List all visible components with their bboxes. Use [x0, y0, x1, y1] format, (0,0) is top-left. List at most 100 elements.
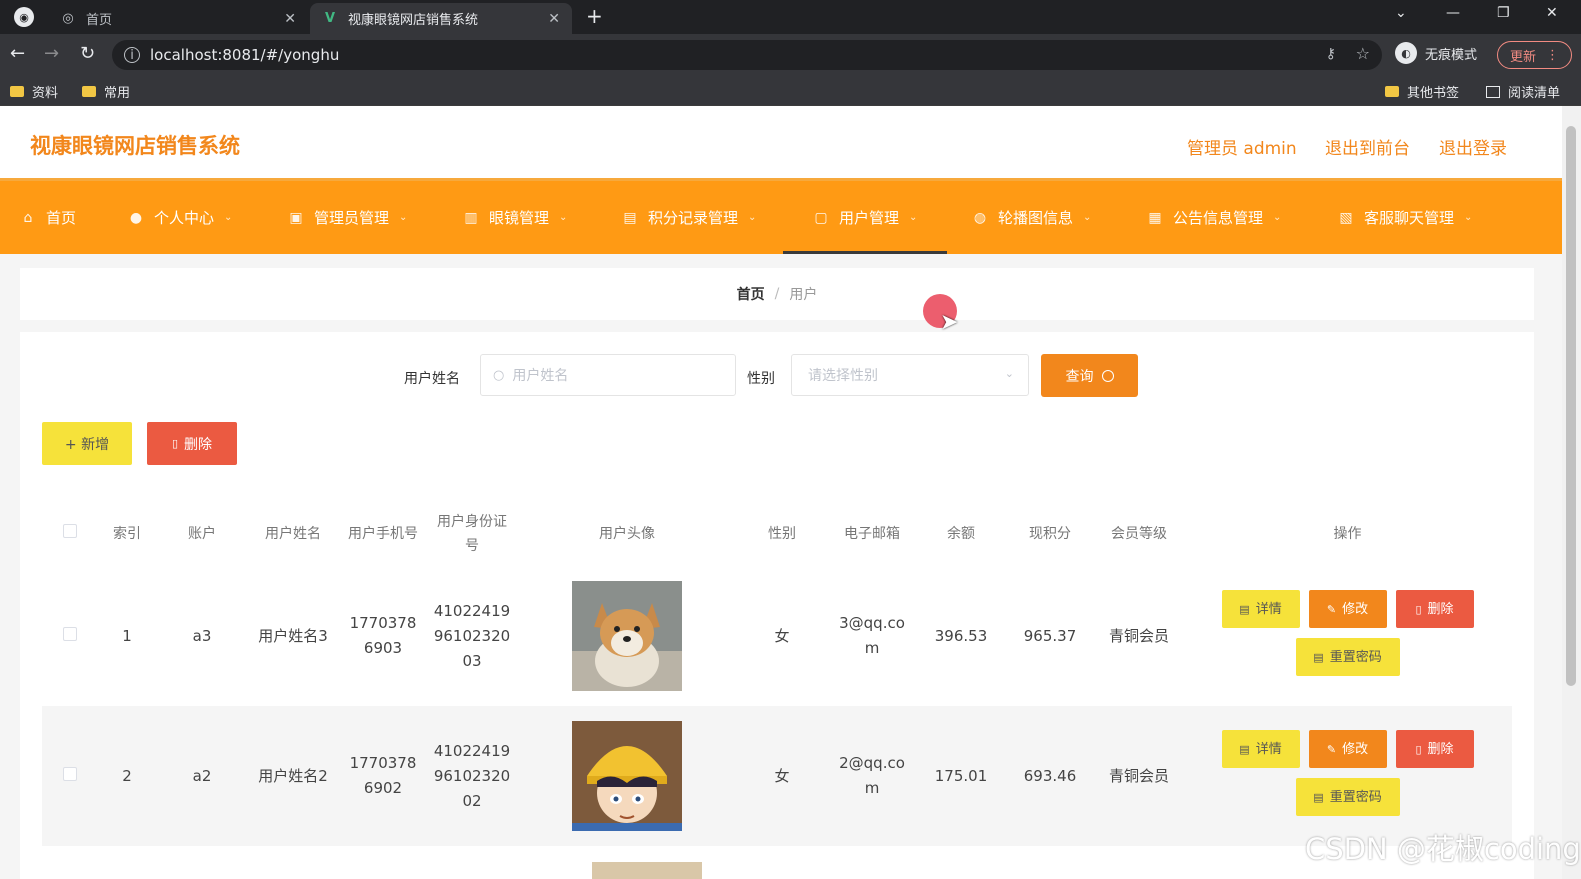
- cell-gender: 女: [737, 566, 827, 706]
- shiba-dog-avatar[interactable]: [572, 581, 682, 691]
- new-tab-button[interactable]: +: [586, 4, 603, 28]
- breadcrumb-current: 用户: [789, 287, 818, 303]
- vue-logo-icon: V: [324, 11, 336, 26]
- bookmark-star-icon[interactable]: ☆: [1356, 44, 1370, 63]
- col-email: 电子邮箱: [844, 526, 900, 542]
- chevron-down-icon: ⌄: [224, 212, 233, 223]
- nav-item-points[interactable]: ▤ 积分记录管理 ⌄: [622, 181, 756, 254]
- cell-phone: 17703786902: [339, 706, 427, 846]
- nav-label: 管理员管理: [314, 209, 390, 227]
- reading-list[interactable]: 阅读清单: [1486, 82, 1560, 101]
- scrollbar-thumb[interactable]: [1566, 126, 1576, 686]
- gender-select[interactable]: 请选择性别 ⌄: [791, 354, 1029, 396]
- query-button[interactable]: 查询: [1041, 354, 1138, 397]
- users-table: 索引 账户 用户姓名 用户手机号 用户身份证号 用户头像 性别 电子邮箱 余额 …: [42, 502, 1512, 846]
- nav-item-chat[interactable]: ▧ 客服聊天管理 ⌄: [1338, 181, 1472, 254]
- reset-password-button[interactable]: ▤ 重置密码: [1295, 778, 1400, 816]
- logout-link[interactable]: 退出登录: [1439, 134, 1507, 159]
- cell-balance: 396.53: [917, 566, 1005, 706]
- site-info-icon[interactable]: i: [124, 47, 140, 63]
- reload-icon[interactable]: ↻: [80, 43, 95, 64]
- select-all-checkbox[interactable]: [62, 524, 77, 538]
- nav-item-home[interactable]: ⌂ 首页: [20, 181, 76, 254]
- cell-idcard: 410224199610232002: [427, 706, 517, 846]
- nav-item-notices[interactable]: ▦ 公告信息管理 ⌄: [1147, 181, 1281, 254]
- nav-item-glasses[interactable]: ▥ 眼镜管理 ⌄: [463, 181, 567, 254]
- pencil-icon: ✎: [1326, 742, 1337, 756]
- update-button[interactable]: 更新 ⋮: [1497, 41, 1573, 69]
- cell-ops: ▤ 详情 ✎ 修改 ▯ 删除 ▤ 重置密码: [1183, 566, 1512, 706]
- row-delete-button[interactable]: ▯ 删除: [1395, 730, 1474, 768]
- key-icon[interactable]: ⚷: [1326, 46, 1336, 62]
- col-ops: 操作: [1333, 526, 1362, 542]
- admin-user-link[interactable]: 管理员 admin: [1187, 134, 1297, 159]
- breadcrumb-home[interactable]: 首页: [737, 284, 765, 304]
- reset-label: 重置密码: [1329, 649, 1382, 665]
- col-avatar: 用户头像: [599, 526, 655, 542]
- cell-name: 用户姓名2: [247, 706, 339, 846]
- tab-close-icon[interactable]: ✕: [284, 11, 296, 27]
- row-checkbox[interactable]: [62, 626, 77, 641]
- add-button[interactable]: + 新增: [42, 422, 132, 465]
- detail-label: 详情: [1255, 741, 1282, 757]
- chevron-down-icon: ⌄: [909, 212, 918, 223]
- edit-button[interactable]: ✎ 修改: [1308, 590, 1387, 628]
- bookmark-label: 其他书签: [1407, 86, 1460, 101]
- detail-button[interactable]: ▤ 详情: [1221, 590, 1300, 628]
- cell-gender: 女: [737, 706, 827, 846]
- restore-button[interactable]: ❐: [1497, 5, 1510, 21]
- table-header-row: 索引 账户 用户姓名 用户手机号 用户身份证号 用户头像 性别 电子邮箱 余额 …: [42, 502, 1512, 566]
- chevron-down-icon: ⌄: [1004, 367, 1014, 380]
- close-window-button[interactable]: ✕: [1546, 5, 1558, 21]
- tab-search-icon[interactable]: ⌄: [1395, 5, 1407, 21]
- nav-item-admins[interactable]: ▣ 管理员管理 ⌄: [288, 181, 407, 254]
- exit-to-front-link[interactable]: 退出到前台: [1325, 134, 1410, 159]
- cell-ops: ▤ 详情 ✎ 修改 ▯ 删除 ▤ 重置密码: [1183, 706, 1512, 846]
- incognito-label: 无痕模式: [1425, 47, 1478, 63]
- bookmark-folder[interactable]: 常用: [82, 82, 130, 101]
- incognito-indicator[interactable]: ◐ 无痕模式: [1395, 42, 1477, 64]
- cell-idcard: 410224199610232003: [427, 566, 517, 706]
- tab-close-icon[interactable]: ✕: [548, 11, 560, 27]
- edit-button[interactable]: ✎ 修改: [1308, 730, 1387, 768]
- nav-item-users[interactable]: ▢ 用户管理 ⌄: [782, 181, 948, 254]
- row-checkbox[interactable]: [62, 766, 77, 781]
- carousel-icon: ◍: [973, 209, 987, 226]
- col-index: 索引: [113, 526, 141, 542]
- forward-arrow-icon[interactable]: →: [44, 43, 59, 64]
- cell-avatar: [517, 566, 737, 706]
- doc-icon: ▤: [1239, 602, 1250, 616]
- page-scrollbar[interactable]: [1562, 106, 1581, 879]
- batch-delete-button[interactable]: ▯ 删除: [147, 422, 237, 465]
- browser-tab-home[interactable]: ◎ 首页 ✕: [48, 3, 308, 34]
- name-search-input[interactable]: ○ 用户姓名: [480, 354, 736, 396]
- nav-item-profile[interactable]: ● 个人中心 ⌄: [128, 181, 233, 254]
- row-delete-button[interactable]: ▯ 删除: [1395, 590, 1474, 628]
- detail-label: 详情: [1255, 601, 1282, 617]
- bookmark-label: 常用: [104, 86, 131, 101]
- home-icon: ⌂: [23, 209, 33, 226]
- gender-label: 性别: [747, 371, 775, 387]
- minimize-button[interactable]: —: [1446, 5, 1460, 21]
- address-bar[interactable]: i localhost:8081/#/yonghu ⚷ ☆: [112, 40, 1382, 70]
- browser-tabstrip: ◉ ◎ 首页 ✕ V 视康眼镜网店销售系统 ✕ + ⌄ — ❐ ✕: [0, 0, 1581, 34]
- cell-account: a3: [157, 566, 247, 706]
- gender-select-placeholder: 请选择性别: [808, 368, 878, 384]
- detail-button[interactable]: ▤ 详情: [1221, 730, 1300, 768]
- trash-icon: ▯: [1415, 602, 1422, 616]
- back-arrow-icon[interactable]: ←: [10, 43, 25, 64]
- tab-title: 首页: [86, 13, 113, 28]
- nav-label: 轮播图信息: [998, 209, 1074, 227]
- other-bookmarks[interactable]: 其他书签: [1385, 82, 1459, 101]
- browser-tab-app[interactable]: V 视康眼镜网店销售系统 ✕: [310, 3, 572, 34]
- bookmark-folder[interactable]: 资料: [10, 82, 58, 101]
- reset-password-button[interactable]: ▤ 重置密码: [1295, 638, 1400, 676]
- cartoon-boy-avatar[interactable]: [572, 721, 682, 831]
- more-menu-icon[interactable]: ⋮: [1546, 48, 1559, 63]
- name-search-label: 用户姓名: [404, 371, 460, 387]
- table-row: 2 a2 用户姓名2 17703786902 41022419961023200…: [42, 706, 1512, 846]
- notice-icon: ▦: [1148, 209, 1162, 226]
- cell-level: 青铜会员: [1095, 566, 1183, 706]
- nav-item-carousel[interactable]: ◍ 轮播图信息 ⌄: [972, 181, 1092, 254]
- app-title: 视康眼镜网店销售系统: [30, 134, 240, 158]
